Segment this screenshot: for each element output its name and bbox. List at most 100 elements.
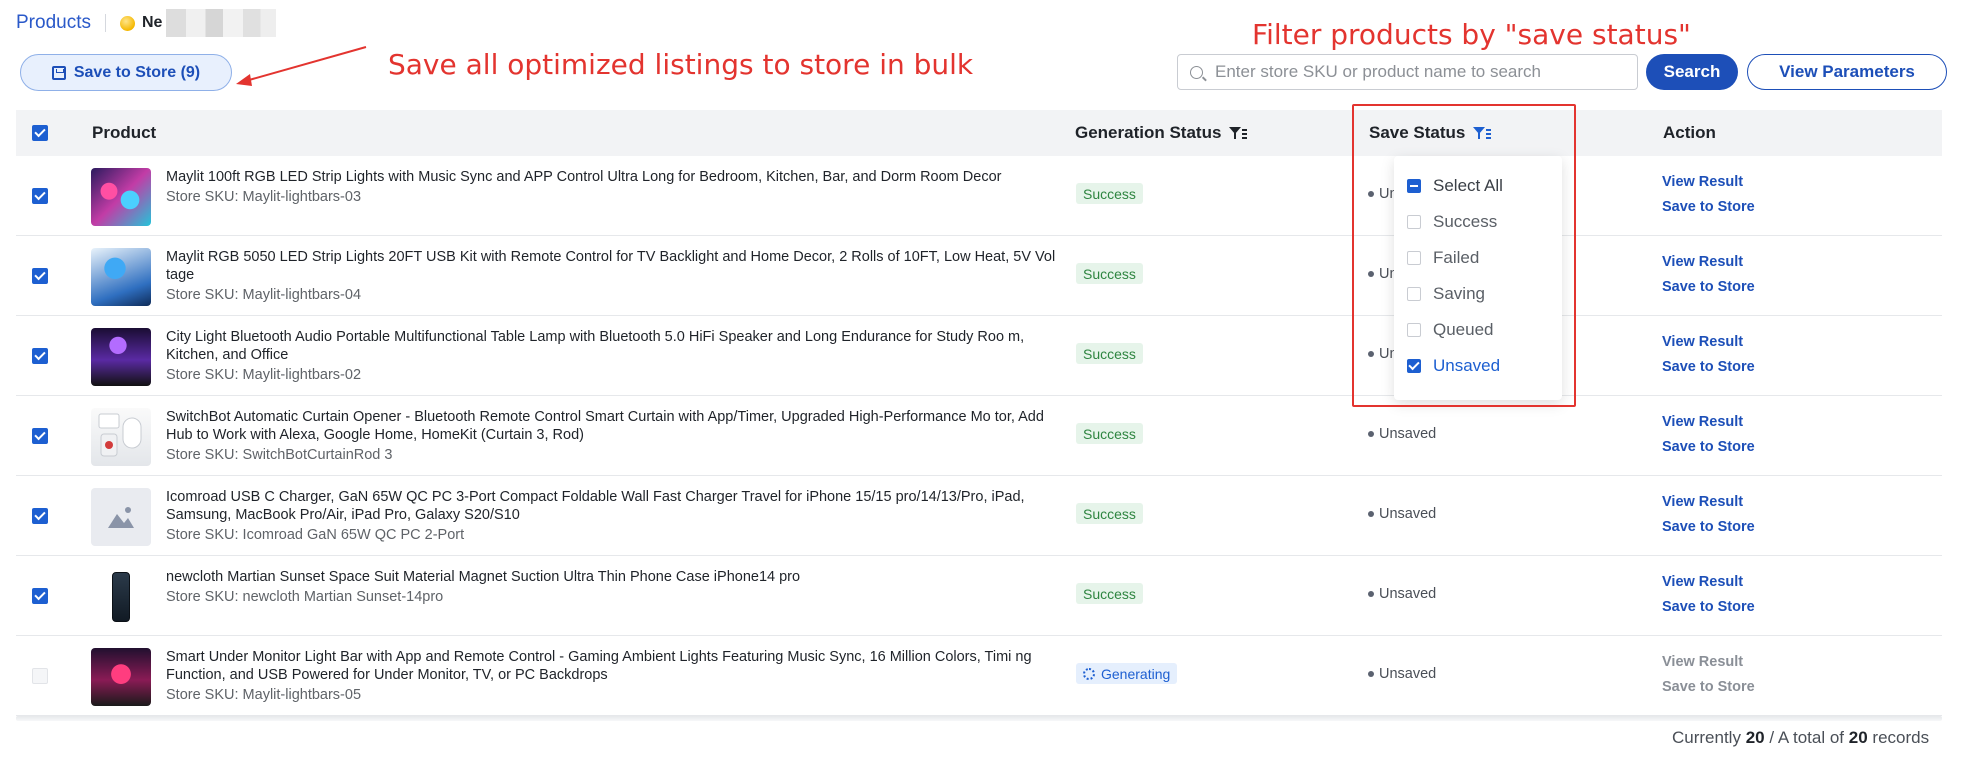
product-thumbnail[interactable] <box>91 248 151 306</box>
annotation-filter: Filter products by "save status" <box>1252 18 1691 51</box>
filter-option-select-all[interactable]: Select All <box>1394 168 1562 204</box>
column-header-action: Action <box>1663 123 1716 142</box>
product-thumbnail[interactable] <box>91 568 151 626</box>
save-status-text: Unsaved <box>1379 506 1437 522</box>
save-to-store-bulk-label: Save to Store (9) <box>73 63 201 81</box>
save-icon <box>51 65 66 80</box>
product-thumbnail[interactable] <box>91 408 151 466</box>
records-middle: / A total of <box>1769 728 1845 747</box>
select-all-checkbox-cell <box>32 110 48 156</box>
filter-option-failed[interactable]: Failed <box>1394 240 1562 276</box>
view-parameters-button[interactable]: View Parameters <box>1747 54 1947 90</box>
annotation-arrow <box>236 46 367 86</box>
curtain-opener-image <box>98 413 142 457</box>
records-total: 20 <box>1848 728 1868 747</box>
search-input[interactable] <box>1215 62 1635 82</box>
generation-status-badge: Success <box>1076 263 1143 284</box>
phone-case-image <box>112 572 130 622</box>
status-dot <box>1368 511 1374 517</box>
product-thumbnail[interactable] <box>91 328 151 386</box>
filter-option-unsaved[interactable]: Unsaved <box>1394 348 1562 384</box>
save-status: Unsaved <box>1368 506 1436 522</box>
generation-status-badge: Success <box>1076 503 1143 524</box>
status-dot <box>1368 271 1374 277</box>
status-dot <box>1368 671 1374 677</box>
save-status-text: Unsaved <box>1379 666 1437 682</box>
generation-status-badge: Success <box>1076 583 1143 604</box>
store-name[interactable]: Ne <box>142 14 162 32</box>
records-prefix: Currently <box>1672 728 1741 747</box>
column-header-save-status-label: Save Status <box>1369 123 1466 142</box>
search-button[interactable]: Search <box>1646 54 1738 90</box>
filter-option-label: Unsaved <box>1433 356 1501 375</box>
filter-checkbox[interactable] <box>1407 179 1421 193</box>
annotation-bulk-save: Save all optimized listings to store in … <box>388 48 974 81</box>
save-to-store-link[interactable]: Save to Store <box>1662 358 1755 376</box>
row-checkbox[interactable] <box>32 588 48 604</box>
save-to-store-link[interactable]: Save to Store <box>1662 278 1755 296</box>
filter-option-label: Queued <box>1433 320 1494 339</box>
product-title: SwitchBot Automatic Curtain Opener - Blu… <box>166 409 1044 443</box>
save-status-filter-dropdown: Select All Success Failed Saving Queued … <box>1394 156 1562 400</box>
product-thumbnail-placeholder[interactable] <box>91 488 151 546</box>
view-result-link[interactable]: View Result <box>1662 493 1755 511</box>
table-row: SwitchBot Automatic Curtain Opener - Blu… <box>16 396 1942 476</box>
filter-checkbox[interactable] <box>1407 359 1421 373</box>
filter-checkbox[interactable] <box>1407 215 1421 229</box>
product-title: newcloth Martian Sunset Space Suit Mater… <box>166 569 801 585</box>
product-sku: Store SKU: Maylit-lightbars-05 <box>166 687 362 703</box>
save-to-store-bulk-button[interactable]: Save to Store (9) <box>20 54 232 91</box>
view-result-link[interactable]: View Result <box>1662 253 1755 271</box>
product-title: Icomroad USB C Charger, GaN 65W QC PC 3-… <box>166 489 1025 523</box>
view-result-link[interactable]: View Result <box>1662 173 1755 191</box>
generation-status-badge: Success <box>1076 423 1143 444</box>
filter-option-label: Failed <box>1433 248 1480 267</box>
product-sku: Store SKU: newcloth Martian Sunset-14pro <box>166 589 444 605</box>
view-result-link[interactable]: View Result <box>1662 333 1755 351</box>
filter-checkbox[interactable] <box>1407 323 1421 337</box>
view-result-link[interactable]: View Result <box>1662 573 1755 591</box>
column-header-generation-status-label: Generation Status <box>1075 123 1222 142</box>
product-thumbnail[interactable] <box>91 168 151 226</box>
generation-status-badge: Generating <box>1076 663 1178 684</box>
search-icon <box>1190 65 1203 79</box>
row-checkbox[interactable] <box>32 508 48 524</box>
filter-option-queued[interactable]: Queued <box>1394 312 1562 348</box>
table-row: Icomroad USB C Charger, GaN 65W QC PC 3-… <box>16 476 1942 556</box>
save-to-store-link[interactable]: Save to Store <box>1662 518 1755 536</box>
loading-spinner-icon <box>1083 667 1095 680</box>
filter-icon-active[interactable] <box>1473 126 1492 140</box>
page-title[interactable]: Products <box>16 12 91 34</box>
table-row: City Light Bluetooth Audio Portable Mult… <box>16 316 1942 396</box>
generation-status-badge: Success <box>1076 183 1143 204</box>
row-checkbox[interactable] <box>32 268 48 284</box>
filter-icon[interactable] <box>1229 126 1248 140</box>
search-box[interactable] <box>1177 54 1638 90</box>
filter-checkbox[interactable] <box>1407 251 1421 265</box>
save-to-store-link[interactable]: Save to Store <box>1662 598 1755 616</box>
row-checkbox[interactable] <box>32 428 48 444</box>
pagination-summary: Currently 20 / A total of 20 records <box>1672 728 1929 748</box>
filter-option-label: Saving <box>1433 284 1485 303</box>
view-result-link-disabled: View Result <box>1662 654 1744 670</box>
table-row: Maylit RGB 5050 LED Strip Lights 20FT US… <box>16 236 1942 316</box>
column-header-generation-status: Generation Status <box>1075 110 1248 156</box>
generation-status-text: Generating <box>1101 665 1171 682</box>
filter-checkbox[interactable] <box>1407 287 1421 301</box>
horizontal-scrollbar[interactable] <box>16 716 1942 721</box>
select-all-checkbox[interactable] <box>32 125 48 141</box>
top-bar: Products Ne <box>16 9 277 37</box>
save-status-text: Unsaved <box>1379 426 1437 442</box>
view-result-link[interactable]: View Result <box>1662 413 1755 431</box>
filter-option-success[interactable]: Success <box>1394 204 1562 240</box>
filter-option-saving[interactable]: Saving <box>1394 276 1562 312</box>
product-sku: Store SKU: Maylit-lightbars-03 <box>166 189 362 205</box>
row-checkbox[interactable] <box>32 188 48 204</box>
save-to-store-link[interactable]: Save to Store <box>1662 438 1755 456</box>
filter-option-label: Success <box>1433 212 1498 231</box>
product-thumbnail[interactable] <box>91 648 151 706</box>
product-title: City Light Bluetooth Audio Portable Mult… <box>166 329 1025 363</box>
save-to-store-link[interactable]: Save to Store <box>1662 198 1755 216</box>
row-checkbox[interactable] <box>32 348 48 364</box>
save-to-store-link-disabled: Save to Store <box>1662 679 1755 695</box>
